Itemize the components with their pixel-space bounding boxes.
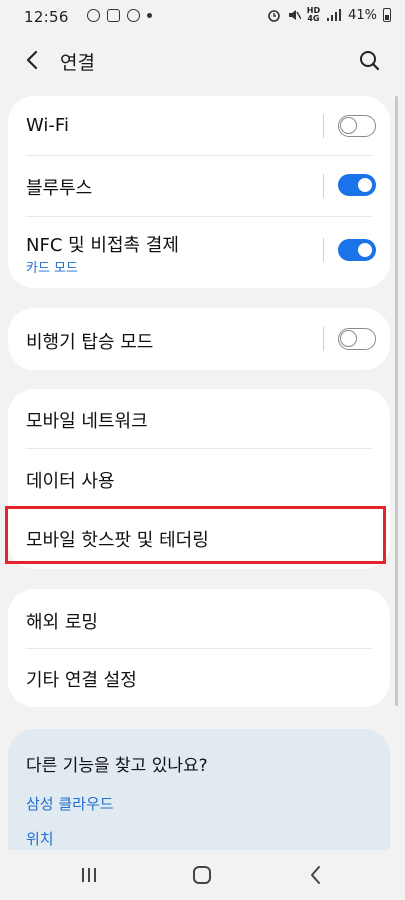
bluetooth-label: 블루투스 (26, 178, 93, 199)
nfc-label: NFC 및 비접촉 결제 (26, 235, 179, 256)
data-usage-label: 데이터 사용 (26, 471, 115, 492)
toggle-knob (356, 241, 374, 259)
bluetooth-row[interactable]: 블루투스 (8, 156, 390, 216)
suggestions-title: 다른 기능을 찾고 있나요? (26, 756, 208, 776)
connections-card-4: 해외 로밍 기타 연결 설정 (8, 589, 390, 707)
roaming-row[interactable]: 해외 로밍 (8, 589, 390, 648)
suggestions-card: 다른 기능을 찾고 있나요? 삼성 클라우드 위치 (8, 729, 390, 850)
wifi-row[interactable]: Wi-Fi (8, 96, 390, 156)
recent-apps-icon (82, 868, 96, 882)
divider-vertical (323, 114, 324, 138)
app-icon (127, 9, 140, 22)
toggle-knob (356, 176, 374, 194)
samsung-cloud-link[interactable]: 삼성 클라우드 (26, 793, 114, 814)
search-button[interactable] (351, 42, 387, 78)
talk-icon (107, 9, 120, 22)
divider-vertical (323, 174, 324, 198)
hd-voice-icon: HD 4G (306, 6, 321, 23)
nfc-mode-label: 카드 모드 (26, 261, 78, 276)
more-connection-settings-row[interactable]: 기타 연결 설정 (8, 649, 390, 707)
back-button[interactable] (14, 42, 50, 78)
navigation-bar (0, 850, 405, 900)
data-usage-row[interactable]: 데이터 사용 (8, 449, 390, 508)
status-time: 12:56 (24, 8, 69, 26)
mobile-network-label: 모바일 네트워크 (26, 411, 148, 432)
more-connection-settings-label: 기타 연결 설정 (26, 670, 137, 691)
mute-icon (288, 10, 301, 20)
wifi-toggle[interactable] (338, 115, 376, 137)
airplane-mode-row[interactable]: 비행기 탑승 모드 (8, 308, 390, 370)
battery-percent: 41% (348, 7, 377, 23)
nfc-toggle[interactable] (338, 239, 376, 261)
location-link[interactable]: 위치 (26, 828, 54, 849)
system-icons: HD 4G 41% (267, 7, 391, 23)
back-arrow-icon (311, 866, 320, 884)
scrollbar[interactable] (395, 96, 398, 706)
wifi-label: Wi-Fi (26, 115, 69, 136)
home-icon (193, 866, 211, 884)
chevron-left-icon (26, 50, 38, 70)
recent-apps-button[interactable] (74, 862, 104, 888)
status-bar: 12:56 HD 4G 41% (0, 0, 405, 34)
notification-icons (87, 9, 152, 22)
mobile-network-row[interactable]: 모바일 네트워크 (8, 389, 390, 449)
roaming-label: 해외 로밍 (26, 612, 98, 633)
toggle-knob (340, 330, 357, 347)
search-icon (360, 51, 380, 71)
home-button[interactable] (187, 862, 217, 888)
more-notifications-icon (147, 13, 152, 18)
alert-icon (87, 9, 100, 22)
back-nav-button[interactable] (301, 862, 331, 888)
connections-card-2: 비행기 탑승 모드 (8, 308, 390, 370)
highlight-box (5, 506, 386, 564)
nfc-row[interactable]: NFC 및 비접촉 결제 카드 모드 (8, 217, 390, 288)
bluetooth-toggle[interactable] (338, 174, 376, 196)
signal-icon (327, 9, 342, 21)
divider-vertical (323, 327, 324, 351)
toggle-knob (340, 117, 357, 134)
divider-vertical (323, 238, 324, 262)
page-title: 연결 (60, 52, 95, 74)
airplane-mode-label: 비행기 탑승 모드 (26, 332, 154, 353)
alarm-icon (267, 10, 280, 22)
app-header: 연결 (0, 36, 405, 82)
battery-icon (383, 8, 391, 22)
connections-card-1: Wi-Fi 블루투스 NFC 및 비접촉 결제 카드 모드 (8, 96, 390, 288)
airplane-mode-toggle[interactable] (338, 328, 376, 350)
